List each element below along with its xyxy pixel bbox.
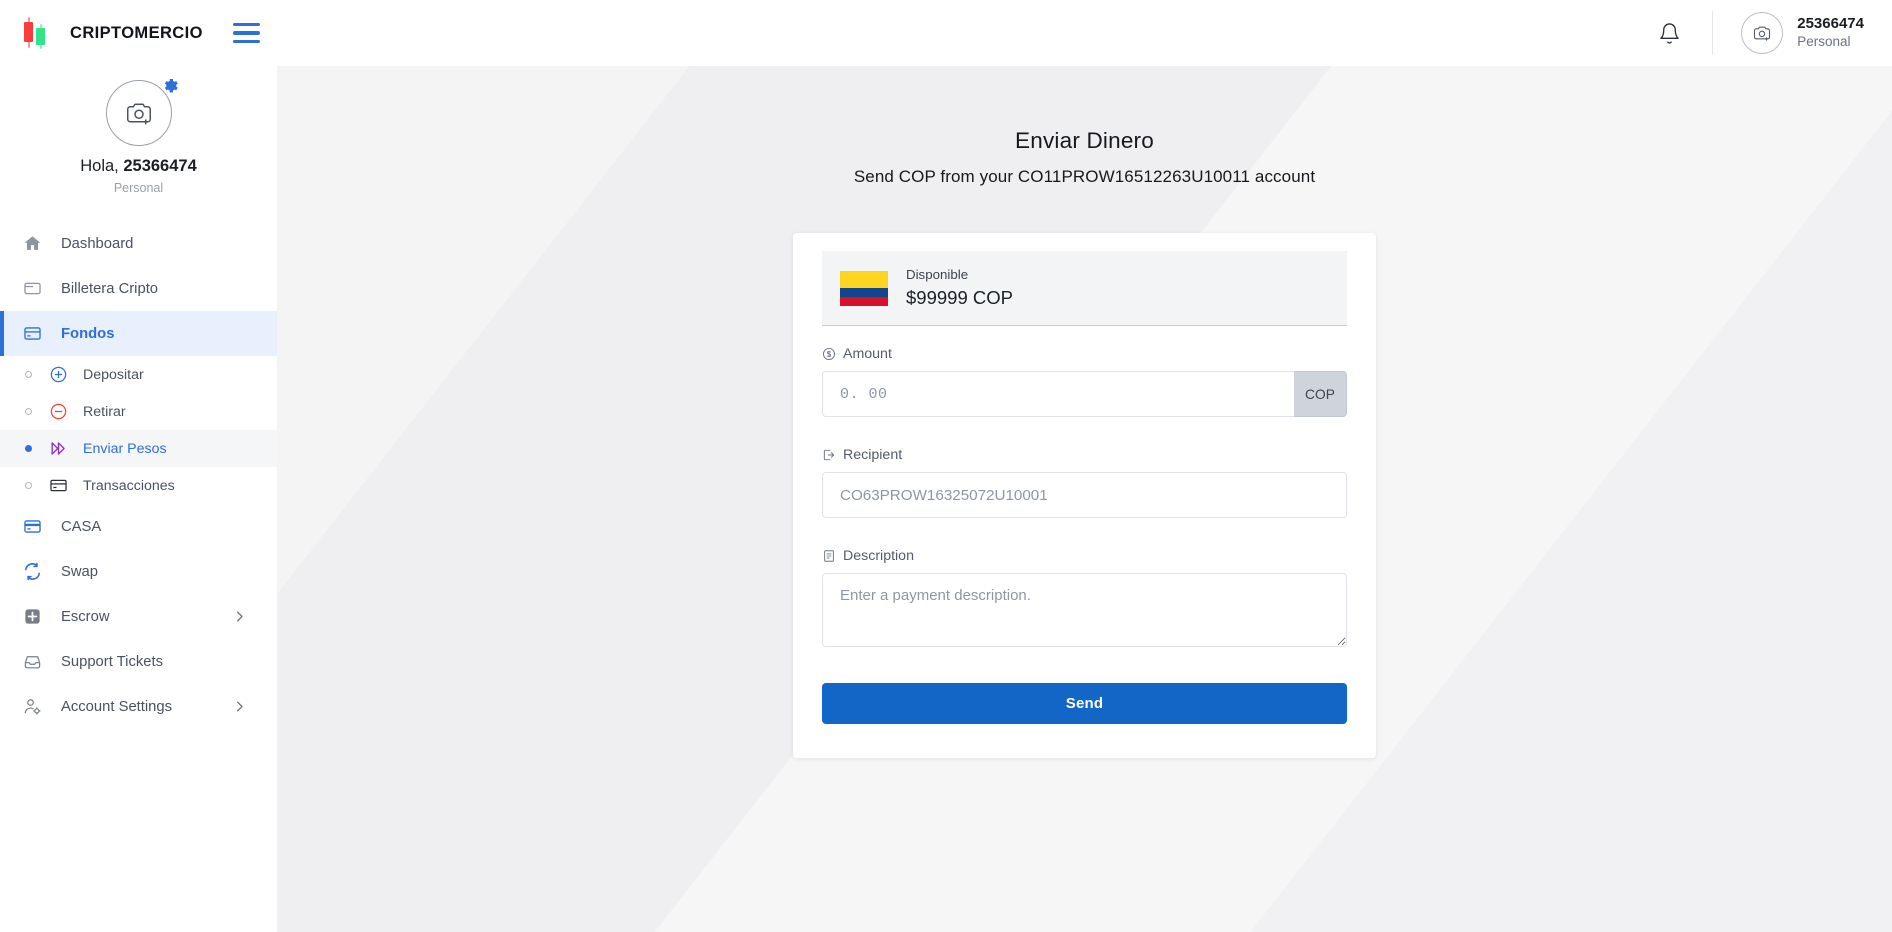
amount-label-text: Amount bbox=[843, 346, 892, 362]
avatar[interactable] bbox=[105, 78, 178, 146]
sidebar-profile: Hola, 25366474 Personal bbox=[0, 66, 277, 213]
dollar-circle-icon bbox=[822, 347, 836, 361]
bullet-icon bbox=[25, 408, 32, 415]
inbox-icon bbox=[23, 652, 49, 671]
sidebar-item-label: Swap bbox=[61, 563, 99, 580]
send-out-icon bbox=[822, 448, 836, 462]
sidebar-item-label: Account Settings bbox=[61, 698, 173, 715]
sidebar-item-label: Fondos bbox=[61, 325, 115, 342]
sidebar-subitem-enviar-pesos[interactable]: Enviar Pesos bbox=[0, 430, 277, 467]
sidebar-subitem-transacciones[interactable]: Transacciones bbox=[0, 467, 277, 504]
sidebar-subitem-depositar[interactable]: Depositar bbox=[0, 356, 277, 393]
send-button[interactable]: Send bbox=[822, 683, 1347, 724]
swap-arrows-icon bbox=[23, 562, 49, 581]
account-menu[interactable]: 25366474 Personal bbox=[1741, 12, 1864, 54]
bullet-icon bbox=[25, 482, 32, 489]
recipient-input[interactable] bbox=[822, 472, 1347, 518]
description-label-text: Description bbox=[843, 548, 914, 564]
sidebar-subitem-retirar[interactable]: Retirar bbox=[0, 393, 277, 430]
balance-text: Disponible $99999 COP bbox=[906, 267, 1013, 309]
candlestick-logo[interactable] bbox=[20, 16, 48, 50]
user-gear-icon bbox=[23, 697, 49, 716]
chevron-right-icon[interactable] bbox=[232, 699, 247, 714]
app-root: CRIPTOMERCIO 25366474 Personal Hola, 253… bbox=[0, 0, 1892, 932]
sidebar-item-label: CASA bbox=[61, 518, 102, 535]
sidebar-subitem-label: Depositar bbox=[83, 366, 144, 383]
sidebar-item-account-settings[interactable]: Account Settings bbox=[0, 684, 277, 729]
amount-input[interactable] bbox=[822, 371, 1294, 417]
app-body: Hola, 25366474 Personal Dashboard Billet… bbox=[0, 66, 1892, 932]
chevron-right-icon[interactable] bbox=[232, 609, 247, 624]
header-left: CRIPTOMERCIO bbox=[0, 16, 277, 50]
sidebar-item-billetera-cripto[interactable]: Billetera Cripto bbox=[0, 266, 277, 311]
brand-name: CRIPTOMERCIO bbox=[70, 23, 203, 42]
credit-card-icon bbox=[23, 324, 49, 343]
account-type: Personal bbox=[1797, 33, 1851, 49]
sidebar-item-escrow[interactable]: Escrow bbox=[0, 594, 277, 639]
greeting-prefix: Hola, bbox=[80, 157, 124, 175]
balance-amount: $99999 COP bbox=[906, 287, 1013, 308]
header-right: 25366474 Personal bbox=[1654, 11, 1892, 55]
recipient-label-text: Recipient bbox=[843, 447, 903, 463]
description-field: Description bbox=[822, 548, 1347, 647]
gear-icon[interactable] bbox=[161, 76, 181, 96]
balance-label: Disponible bbox=[906, 267, 969, 282]
sidebar-item-label: Support Tickets bbox=[61, 653, 163, 670]
top-header: CRIPTOMERCIO 25366474 Personal bbox=[0, 0, 1892, 66]
colombia-flag bbox=[840, 270, 888, 306]
balance-panel: Disponible $99999 COP bbox=[822, 251, 1347, 326]
camera-add-icon bbox=[1741, 12, 1784, 54]
sidebar-item-label: Dashboard bbox=[61, 235, 134, 252]
sidebar-subitem-label: Retirar bbox=[83, 403, 126, 420]
currency-addon: COP bbox=[1294, 371, 1347, 417]
main-content: Enviar Dinero Send COP from your CO11PRO… bbox=[277, 66, 1892, 932]
double-arrow-icon bbox=[49, 439, 73, 458]
recipient-field: Recipient bbox=[822, 447, 1347, 518]
plus-circle-icon bbox=[49, 365, 73, 384]
credit-card-blue-icon bbox=[23, 517, 49, 536]
sidebar-subitem-label: Enviar Pesos bbox=[83, 440, 167, 457]
sidebar-item-dashboard[interactable]: Dashboard bbox=[0, 221, 277, 266]
sidebar-item-label: Escrow bbox=[61, 608, 110, 625]
recipient-label: Recipient bbox=[822, 447, 1347, 463]
bell-icon[interactable] bbox=[1654, 18, 1684, 48]
page-title: Enviar Dinero bbox=[1015, 128, 1154, 153]
sidebar-item-casa[interactable]: CASA bbox=[0, 504, 277, 549]
home-icon bbox=[23, 234, 49, 253]
wallet-icon bbox=[23, 279, 49, 298]
bullet-icon bbox=[25, 445, 32, 452]
description-label: Description bbox=[822, 548, 1347, 564]
greeting-user-id: 25366474 bbox=[123, 157, 197, 175]
greeting: Hola, 25366474 bbox=[0, 157, 277, 176]
bullet-icon bbox=[25, 371, 32, 378]
account-text: 25366474 Personal bbox=[1797, 15, 1864, 51]
hamburger-menu-icon[interactable] bbox=[232, 23, 260, 43]
page-subtitle: Send COP from your CO11PROW16512263U1001… bbox=[853, 167, 1316, 186]
document-icon bbox=[822, 549, 836, 563]
minus-circle-icon bbox=[49, 402, 73, 421]
header-divider bbox=[1712, 11, 1714, 55]
sidebar-item-swap[interactable]: Swap bbox=[0, 549, 277, 594]
sidebar-subitem-label: Transacciones bbox=[83, 477, 175, 494]
sidebar-item-fondos[interactable]: Fondos bbox=[0, 311, 277, 356]
sidebar-item-label: Billetera Cripto bbox=[61, 280, 159, 297]
description-textarea[interactable] bbox=[822, 573, 1347, 647]
amount-label: Amount bbox=[822, 346, 1347, 362]
plus-square-icon bbox=[23, 607, 49, 626]
sidebar-item-support-tickets[interactable]: Support Tickets bbox=[0, 639, 277, 684]
sidebar: Hola, 25366474 Personal Dashboard Billet… bbox=[0, 66, 277, 932]
sidebar-nav: Dashboard Billetera Cripto Fondos Deposi… bbox=[0, 221, 277, 729]
profile-account-type: Personal bbox=[113, 181, 164, 195]
card-list-icon bbox=[49, 476, 73, 495]
send-money-card: Disponible $99999 COP Amount 0. 00 COP R… bbox=[793, 233, 1376, 758]
account-id: 25366474 bbox=[1797, 15, 1864, 33]
amount-field: Amount COP bbox=[822, 346, 1347, 417]
